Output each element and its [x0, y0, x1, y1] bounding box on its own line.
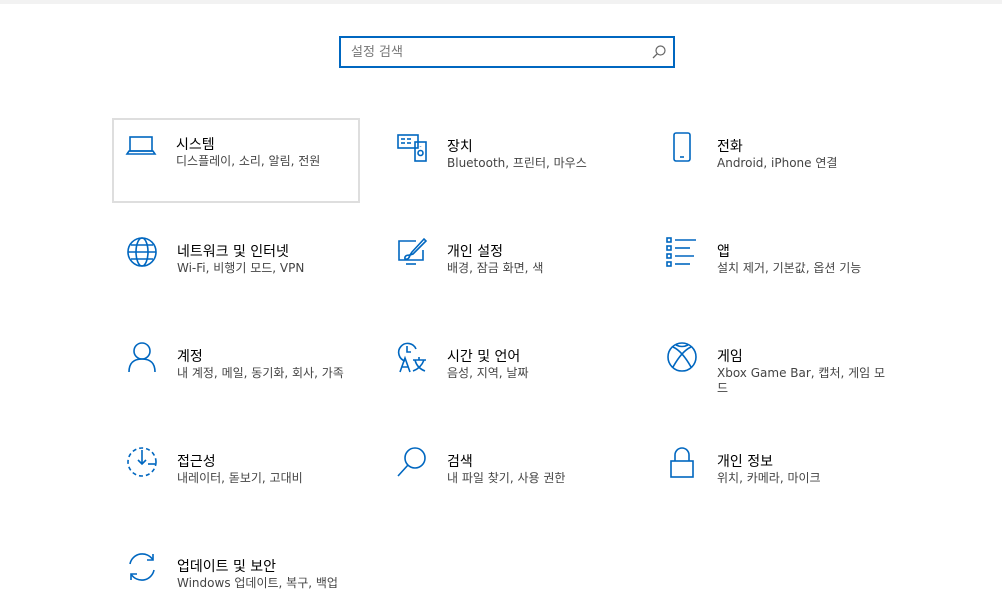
tile-title: 개인 설정 [447, 244, 503, 260]
apps-list-icon [666, 236, 698, 268]
tile-apps[interactable]: 앱 설치 제거, 기본값, 옵션 기능 [653, 225, 901, 307]
tile-personalization[interactable]: 개인 설정 배경, 잠금 화면, 색 [383, 225, 631, 307]
person-icon [126, 341, 158, 373]
tile-gaming[interactable]: 게임 Xbox Game Bar, 캡처, 게임 모드 [653, 330, 901, 412]
tile-title: 게임 [717, 349, 743, 365]
tile-phone[interactable]: 전화 Android, iPhone 연결 [653, 120, 901, 202]
search-box[interactable] [339, 36, 675, 68]
tile-desc: 음성, 지역, 날짜 [447, 366, 529, 380]
tile-time-language[interactable]: 시간 및 언어 음성, 지역, 날짜 [383, 330, 631, 412]
tile-title: 전화 [717, 139, 743, 155]
tile-title: 시스템 [176, 137, 215, 153]
devices-icon [396, 131, 428, 163]
tile-accounts[interactable]: 계정 내 계정, 메일, 동기화, 회사, 가족 [113, 330, 361, 412]
tile-title: 계정 [177, 349, 203, 365]
tile-devices[interactable]: 장치 Bluetooth, 프린터, 마우스 [383, 120, 631, 202]
tile-desc: 내레이터, 돋보기, 고대비 [177, 471, 303, 485]
tile-ease-of-access[interactable]: 접근성 내레이터, 돋보기, 고대비 [113, 435, 361, 517]
lock-icon [666, 446, 698, 478]
tile-title: 시간 및 언어 [447, 349, 521, 365]
search-icon[interactable] [651, 44, 667, 60]
tile-desc: 위치, 카메라, 마이크 [717, 471, 821, 485]
tile-title: 개인 정보 [717, 454, 773, 470]
search-input[interactable] [341, 38, 651, 66]
ease-of-access-icon [126, 446, 158, 478]
phone-icon [666, 131, 698, 163]
tile-privacy[interactable]: 개인 정보 위치, 카메라, 마이크 [653, 435, 901, 517]
top-strip [0, 0, 1002, 4]
tile-desc: Bluetooth, 프린터, 마우스 [447, 156, 587, 170]
xbox-icon [666, 341, 698, 373]
tile-update[interactable]: 업데이트 및 보안 Windows 업데이트, 복구, 백업 [113, 540, 361, 610]
magnifier-icon [396, 446, 428, 478]
tile-title: 검색 [447, 454, 473, 470]
tile-title: 접근성 [177, 454, 216, 470]
laptop-icon [125, 129, 157, 161]
tile-desc: Windows 업데이트, 복구, 백업 [177, 576, 338, 590]
tile-title: 업데이트 및 보안 [177, 559, 277, 575]
tile-desc: Android, iPhone 연결 [717, 156, 838, 170]
tile-title: 장치 [447, 139, 473, 155]
tile-desc: Xbox Game Bar, 캡처, 게임 모드 [717, 366, 886, 395]
tile-desc: 디스플레이, 소리, 알림, 전원 [176, 154, 321, 168]
tile-search[interactable]: 검색 내 파일 찾기, 사용 권한 [383, 435, 631, 517]
tile-desc: 배경, 잠금 화면, 색 [447, 261, 544, 275]
tile-title: 앱 [717, 244, 730, 260]
tile-desc: 내 파일 찾기, 사용 권한 [447, 471, 566, 485]
tile-desc: 설치 제거, 기본값, 옵션 기능 [717, 261, 862, 275]
globe-icon [126, 236, 158, 268]
tile-title: 네트워크 및 인터넷 [177, 244, 289, 260]
sync-icon [126, 551, 158, 583]
paint-icon [396, 236, 428, 268]
tile-desc: 내 계정, 메일, 동기화, 회사, 가족 [177, 366, 344, 380]
tile-system[interactable]: 시스템 디스플레이, 소리, 알림, 전원 [112, 118, 360, 203]
time-language-icon [396, 341, 428, 373]
tile-desc: Wi-Fi, 비행기 모드, VPN [177, 261, 305, 275]
tile-network[interactable]: 네트워크 및 인터넷 Wi-Fi, 비행기 모드, VPN [113, 225, 361, 307]
